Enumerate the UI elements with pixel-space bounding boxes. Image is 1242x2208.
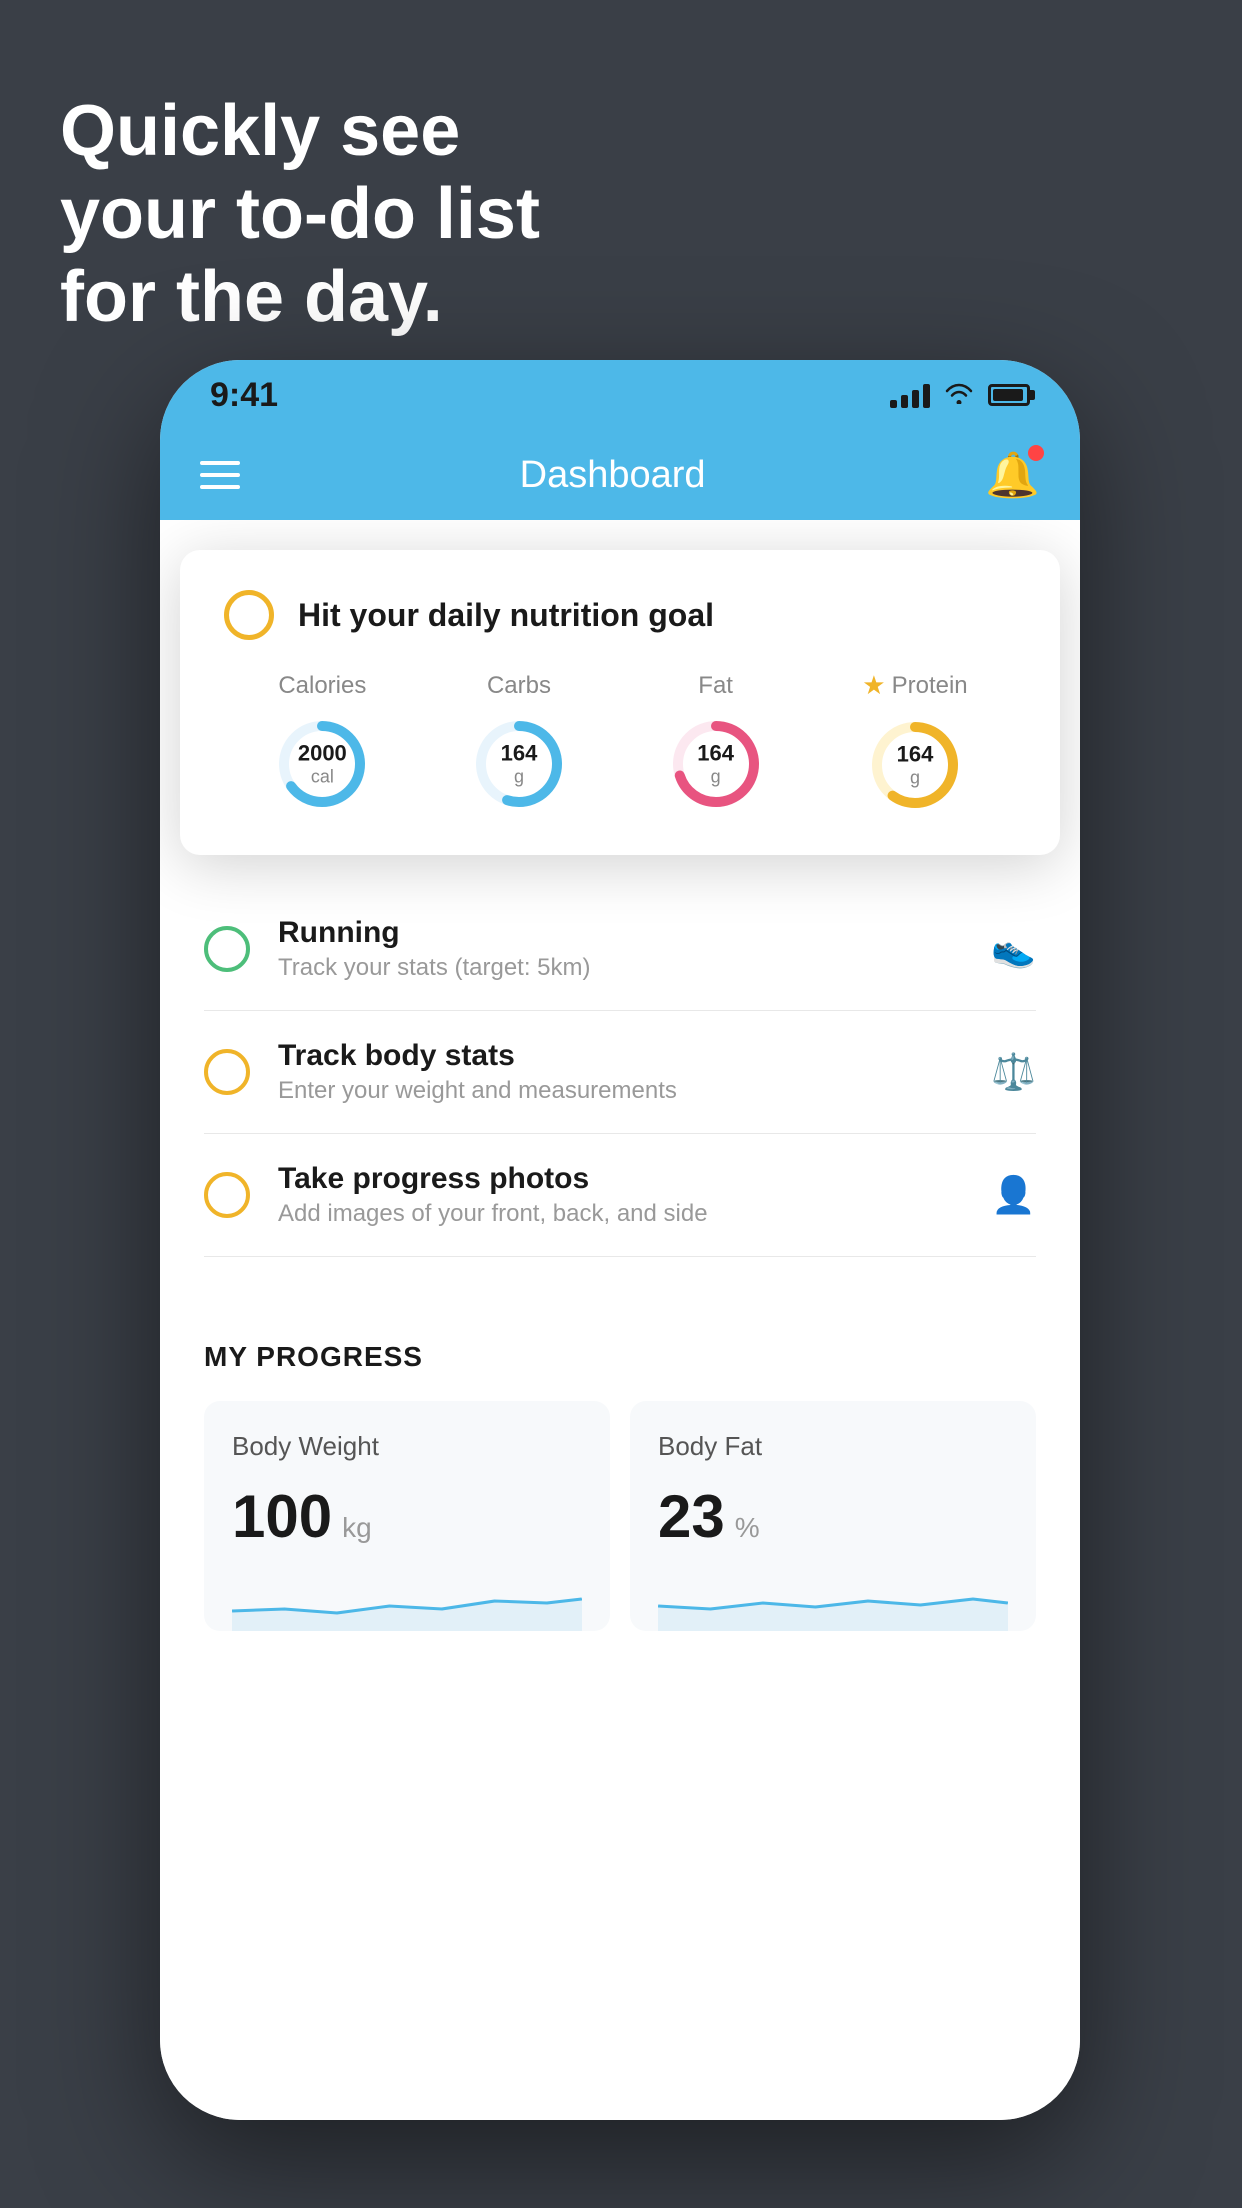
body-fat-value: 23 % [658, 1482, 1008, 1551]
todo-check-circle[interactable] [204, 1172, 250, 1218]
fat-stat: Fat 164 g [666, 672, 766, 814]
carbs-label: Carbs [487, 672, 551, 700]
nutrition-check-circle[interactable] [224, 590, 274, 640]
body-fat-card: Body Fat 23 % [630, 1401, 1036, 1631]
calories-value: 2000 [298, 740, 347, 766]
fat-donut: 164 g [666, 714, 766, 814]
headline: Quickly see your to-do list for the day. [60, 90, 540, 338]
headline-line3: for the day. [60, 256, 540, 339]
todo-item-text: Running Track your stats (target: 5km) [278, 916, 963, 982]
notification-bell[interactable]: 🔔 [985, 449, 1040, 501]
fat-label: Fat [698, 672, 733, 700]
nutrition-card: Hit your daily nutrition goal Calories 2… [180, 550, 1060, 855]
calories-stat: Calories 2000 cal [272, 672, 372, 814]
body-fat-number: 23 [658, 1482, 725, 1551]
todo-name: Track body stats [278, 1039, 963, 1073]
list-item[interactable]: Track body stats Enter your weight and m… [204, 1011, 1036, 1134]
headline-line2: your to-do list [60, 173, 540, 256]
progress-title: MY PROGRESS [204, 1341, 1036, 1373]
todo-sub: Track your stats (target: 5km) [278, 954, 963, 982]
body-weight-number: 100 [232, 1482, 332, 1551]
body-weight-label: Body Weight [232, 1431, 582, 1462]
fat-value: 164 [697, 740, 734, 766]
notification-dot [1028, 445, 1044, 461]
todo-sub: Enter your weight and measurements [278, 1077, 963, 1105]
hamburger-menu[interactable] [200, 461, 240, 489]
calories-label: Calories [278, 672, 366, 700]
todo-name: Take progress photos [278, 1162, 963, 1196]
protein-label: ★ Protein [862, 670, 967, 701]
phone-mockup: 9:41 Dashboard 🔔 [160, 360, 1080, 2120]
nav-title: Dashboard [520, 454, 706, 497]
protein-unit: g [897, 768, 934, 789]
phone-content: THINGS TO DO TODAY Running Track your st… [160, 520, 1080, 2120]
progress-cards: Body Weight 100 kg Body Fat [204, 1401, 1036, 1631]
scale-icon: ⚖️ [991, 1051, 1036, 1093]
body-weight-value: 100 kg [232, 1482, 582, 1551]
nav-bar: Dashboard 🔔 [160, 430, 1080, 520]
protein-donut: 164 g [865, 715, 965, 815]
status-bar: 9:41 [160, 360, 1080, 430]
body-fat-unit: % [735, 1512, 760, 1544]
signal-icon [890, 382, 930, 408]
calories-unit: cal [298, 766, 347, 787]
nutrition-card-header: Hit your daily nutrition goal [224, 590, 1016, 640]
body-weight-card: Body Weight 100 kg [204, 1401, 610, 1631]
protein-value: 164 [897, 741, 934, 767]
nutrition-stats: Calories 2000 cal Carbs [224, 670, 1016, 815]
body-fat-label: Body Fat [658, 1431, 1008, 1462]
body-weight-sparkline [232, 1571, 582, 1631]
wifi-icon [944, 379, 974, 411]
progress-section: MY PROGRESS Body Weight 100 kg [160, 1297, 1080, 1631]
todo-sub: Add images of your front, back, and side [278, 1200, 963, 1228]
carbs-stat: Carbs 164 g [469, 672, 569, 814]
todo-item-text: Take progress photos Add images of your … [278, 1162, 963, 1228]
todo-name: Running [278, 916, 963, 950]
nutrition-title: Hit your daily nutrition goal [298, 597, 714, 634]
photo-icon: 👤 [991, 1174, 1036, 1216]
todo-check-circle[interactable] [204, 1049, 250, 1095]
status-time: 9:41 [210, 376, 278, 415]
list-item[interactable]: Running Track your stats (target: 5km) 👟 [204, 888, 1036, 1011]
headline-line1: Quickly see [60, 90, 540, 173]
calories-donut: 2000 cal [272, 714, 372, 814]
body-weight-unit: kg [342, 1512, 372, 1544]
todo-list: Running Track your stats (target: 5km) 👟… [160, 888, 1080, 1257]
todo-check-circle[interactable] [204, 926, 250, 972]
carbs-value: 164 [501, 740, 538, 766]
running-icon: 👟 [991, 928, 1036, 970]
carbs-unit: g [501, 766, 538, 787]
fat-unit: g [697, 766, 734, 787]
carbs-donut: 164 g [469, 714, 569, 814]
list-item[interactable]: Take progress photos Add images of your … [204, 1134, 1036, 1257]
protein-stat: ★ Protein 164 g [862, 670, 967, 815]
star-icon: ★ [862, 670, 885, 701]
battery-icon [988, 384, 1030, 406]
todo-item-text: Track body stats Enter your weight and m… [278, 1039, 963, 1105]
body-fat-sparkline [658, 1571, 1008, 1631]
status-icons [890, 379, 1030, 411]
